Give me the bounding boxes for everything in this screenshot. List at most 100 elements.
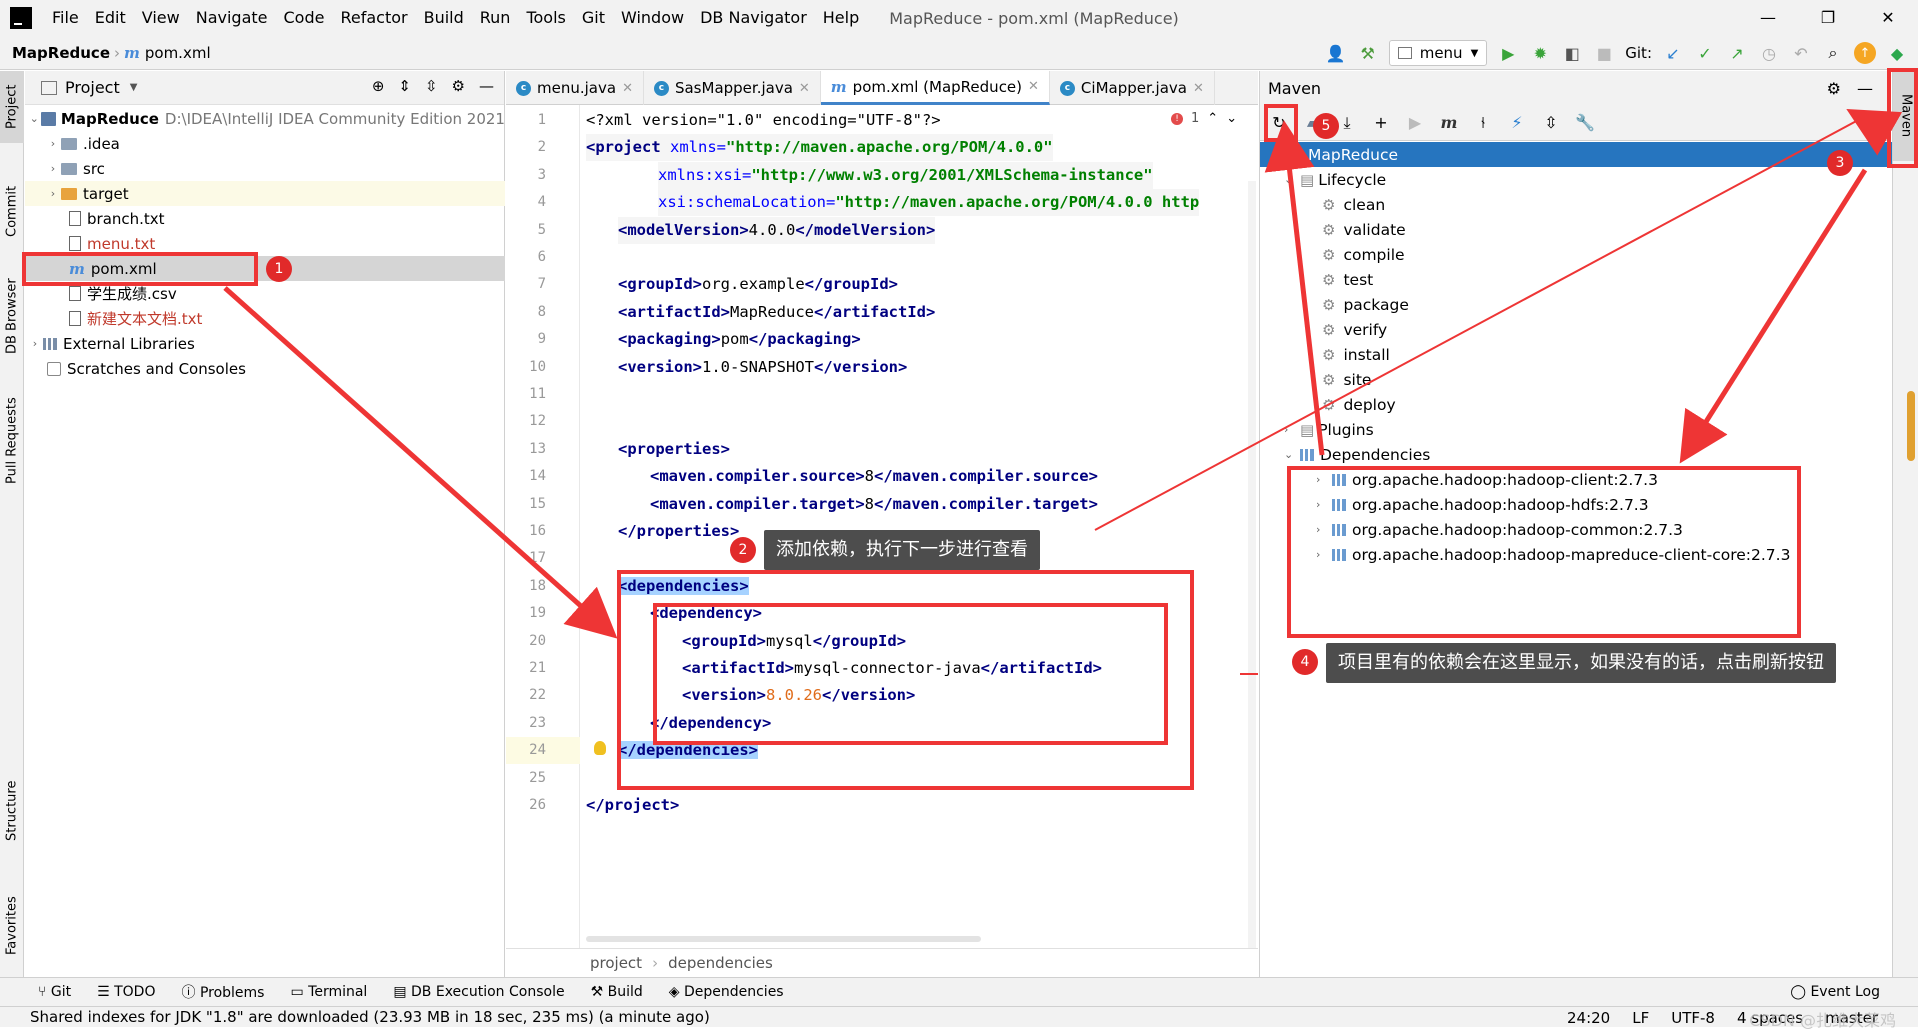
tree-item-csv[interactable]: 学生成绩.csv — [25, 281, 505, 306]
menu-db-navigator[interactable]: DB Navigator — [692, 0, 815, 36]
chevron-right-icon[interactable]: › — [1316, 473, 1332, 486]
chevron-up-icon[interactable]: ⌃ — [1207, 111, 1218, 126]
tree-item-scratches[interactable]: Scratches and Consoles — [25, 356, 505, 381]
collapse-all-icon[interactable]: ⇳ — [425, 77, 438, 95]
chevron-right-icon[interactable]: › — [1316, 498, 1332, 511]
chevron-right-icon[interactable]: › — [45, 187, 61, 200]
menu-help[interactable]: Help — [815, 0, 867, 36]
chevron-down-icon[interactable]: ▼ — [130, 82, 138, 93]
download-icon[interactable]: ⤓ — [1336, 112, 1358, 134]
caret-position[interactable]: 24:20 — [1567, 1009, 1610, 1027]
menu-run[interactable]: Run — [472, 0, 519, 36]
project-tool-tab[interactable]: Project — [0, 71, 24, 143]
lifecycle-phase[interactable]: ⚙ deploy — [1260, 392, 1892, 417]
tree-item-menu-txt[interactable]: menu.txt — [25, 231, 505, 256]
problems-tool-button[interactable]: ⓘ Problems — [181, 982, 264, 1002]
hide-icon[interactable]: — — [1857, 79, 1873, 98]
maximize-button[interactable]: ❐ — [1798, 0, 1858, 36]
commit-tool-tab[interactable]: Commit — [0, 171, 24, 251]
tree-item-new-txt[interactable]: 新建文本文档.txt — [25, 306, 505, 331]
tree-item-target[interactable]: › target — [25, 181, 505, 206]
expand-all-icon[interactable]: ⇕ — [398, 77, 411, 95]
tab-pom-xml[interactable]: m pom.xml (MapReduce) ✕ — [820, 71, 1050, 105]
toggle-offline-icon[interactable]: ⫮ — [1472, 112, 1494, 134]
structure-tool-tab[interactable]: Structure — [0, 761, 24, 861]
tree-item-src[interactable]: › src — [25, 156, 505, 181]
minimize-button[interactable]: — — [1738, 0, 1798, 36]
dependencies-tool-button[interactable]: ◈ Dependencies — [669, 984, 784, 1000]
menu-view[interactable]: View — [134, 0, 188, 36]
lifecycle-phase[interactable]: ⚙ package — [1260, 292, 1892, 317]
skip-tests-icon[interactable]: ⚡ — [1506, 112, 1528, 134]
menu-file[interactable]: File — [44, 0, 87, 36]
close-icon[interactable]: ✕ — [622, 81, 633, 96]
chevron-down-icon[interactable]: ⌄ — [1226, 111, 1237, 126]
git-tool-button[interactable]: ⑂ Git — [38, 984, 71, 1000]
menu-window[interactable]: Window — [613, 0, 692, 36]
git-commit-icon[interactable]: ✓ — [1694, 42, 1716, 64]
chevron-down-icon[interactable]: ⌄ — [1270, 148, 1286, 161]
editor-scrollbar[interactable] — [1248, 181, 1256, 951]
tree-item-idea[interactable]: › .idea — [25, 131, 505, 156]
hide-icon[interactable]: — — [479, 77, 494, 95]
menu-refactor[interactable]: Refactor — [332, 0, 415, 36]
breadcrumb-dependencies-tag[interactable]: dependencies — [668, 954, 773, 972]
inspection-widget[interactable]: ! 1 ⌃ ⌄ — [1171, 111, 1237, 126]
chevron-right-icon[interactable]: › — [45, 162, 61, 175]
add-icon[interactable]: + — [1370, 112, 1392, 134]
build-tool-button[interactable]: ⚒ Build — [591, 984, 643, 1000]
breadcrumb-project-tag[interactable]: project — [590, 954, 642, 972]
file-encoding[interactable]: UTF-8 — [1671, 1009, 1715, 1027]
maven-plugins[interactable]: › ▤ Plugins — [1260, 417, 1892, 442]
lifecycle-phase[interactable]: ⚙ verify — [1260, 317, 1892, 342]
stop-icon[interactable]: ■ — [1593, 42, 1615, 64]
pull-requests-tool-tab[interactable]: Pull Requests — [0, 381, 24, 501]
tab-sasmapper-java[interactable]: c SasMapper.java ✕ — [644, 71, 821, 105]
chevron-down-icon[interactable]: ⌄ — [27, 112, 41, 125]
build-hammer-icon[interactable]: ⚒ — [1357, 42, 1379, 64]
chevron-down-icon[interactable]: ⌄ — [1284, 448, 1300, 461]
dependency-item[interactable]: › org.apache.hadoop:hadoop-client:2.7.3 — [1260, 467, 1892, 492]
event-log-button[interactable]: ◯ Event Log — [1790, 984, 1880, 1000]
collapse-all-icon[interactable]: ⇳ — [1540, 112, 1562, 134]
tab-cimapper-java[interactable]: c CiMapper.java ✕ — [1050, 71, 1215, 105]
menu-edit[interactable]: Edit — [87, 0, 134, 36]
search-icon[interactable]: ⌕ — [1822, 42, 1844, 64]
chevron-right-icon[interactable]: › — [1316, 548, 1332, 561]
close-icon[interactable]: ✕ — [1028, 79, 1039, 94]
maven-dependencies[interactable]: ⌄ Dependencies — [1260, 442, 1892, 467]
favorites-tool-tab[interactable]: Favorites — [0, 876, 24, 976]
breadcrumb-file[interactable]: pom.xml — [140, 44, 211, 62]
chevron-right-icon[interactable]: › — [45, 137, 61, 150]
run-configuration-select[interactable]: menu ▼ — [1388, 40, 1488, 66]
maven-root-mapreduce[interactable]: ⌄ MapReduce — [1260, 142, 1892, 167]
chevron-right-icon[interactable]: › — [27, 337, 43, 350]
reload-icon[interactable]: ↻ — [1268, 112, 1290, 134]
dependency-item[interactable]: › org.apache.hadoop:hadoop-mapreduce-clie… — [1260, 542, 1892, 567]
menu-code[interactable]: Code — [276, 0, 333, 36]
tab-menu-java[interactable]: c menu.java ✕ — [506, 71, 644, 105]
chevron-right-icon[interactable]: › — [1284, 423, 1300, 436]
user-icon[interactable]: 👤 — [1325, 42, 1347, 64]
locate-icon[interactable]: ⊕ — [372, 77, 385, 95]
lifecycle-phase[interactable]: ⚙ install — [1260, 342, 1892, 367]
code-with-me-icon[interactable]: ◆ — [1886, 42, 1908, 64]
history-icon[interactable]: ◷ — [1758, 42, 1780, 64]
lifecycle-phase[interactable]: ⚙ test — [1260, 267, 1892, 292]
gear-icon[interactable]: ⚙ — [452, 77, 465, 95]
close-icon[interactable]: ✕ — [1193, 81, 1204, 96]
db-browser-tool-tab[interactable]: DB Browser — [0, 266, 24, 366]
chevron-down-icon[interactable]: ⌄ — [1284, 173, 1300, 186]
tree-item-mapreduce[interactable]: ⌄ MapReduce D:\IDEA\IntelliJ IDEA Commun… — [25, 106, 505, 131]
maven-lifecycle[interactable]: ⌄ ▤ Lifecycle — [1260, 167, 1892, 192]
close-button[interactable]: ✕ — [1858, 0, 1918, 36]
dependency-item[interactable]: › org.apache.hadoop:hadoop-hdfs:2.7.3 — [1260, 492, 1892, 517]
coverage-icon[interactable]: ◧ — [1561, 42, 1583, 64]
status-message[interactable]: Shared indexes for JDK "1.8" are downloa… — [30, 1008, 710, 1026]
gear-icon[interactable]: ⚙ — [1827, 79, 1841, 98]
db-execution-console-button[interactable]: ▤ DB Execution Console — [393, 984, 564, 1000]
tree-item-pom-xml[interactable]: m pom.xml — [25, 256, 505, 281]
tree-item-branch-txt[interactable]: branch.txt — [25, 206, 505, 231]
menu-git[interactable]: Git — [574, 0, 613, 36]
project-panel-title[interactable]: Project — [65, 78, 120, 97]
